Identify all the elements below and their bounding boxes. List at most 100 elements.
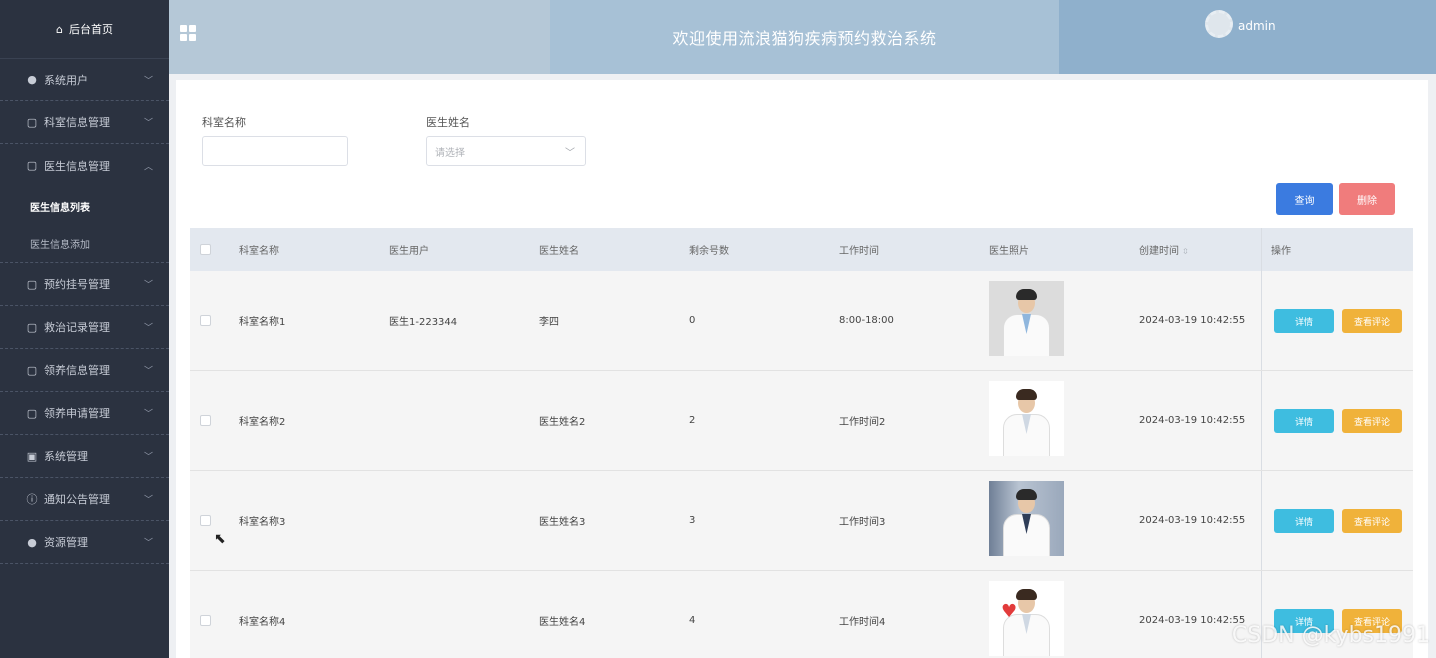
folder-icon: ▢: [26, 320, 38, 334]
column-divider: [1261, 471, 1262, 570]
detail-button[interactable]: 详情: [1274, 309, 1334, 333]
table-row: 科室名称2 医生姓名2 2 工作时间2 2024-03-19 10:42:55 …: [190, 371, 1413, 471]
chevron-up-icon: ︿: [143, 162, 153, 172]
cell-remaining: 3: [689, 515, 696, 526]
folder-icon: ▢: [26, 159, 38, 172]
sidebar-item-doctor[interactable]: ▢ 医生信息管理 ︿: [0, 144, 169, 187]
cell-name: 医生姓名4: [539, 617, 586, 628]
heart-icon: ♥: [1001, 601, 1018, 622]
sidebar-item-label: 资源管理: [44, 536, 88, 549]
sidebar-item-appointment[interactable]: ▢ 预约挂号管理 ﹀: [0, 263, 169, 306]
cell-name: 医生姓名3: [539, 517, 586, 528]
header-left: [169, 0, 550, 74]
cell-dept: 科室名称4: [239, 617, 286, 628]
table-row: 科室名称3 医生姓名3 3 工作时间3 2024-03-19 10:42:55 …: [190, 471, 1413, 571]
folder-icon: ▢: [26, 406, 38, 420]
sort-icon[interactable]: ⇳: [1182, 247, 1189, 256]
row-checkbox[interactable]: [200, 615, 211, 626]
sidebar-home-label: 后台首页: [68, 23, 113, 36]
username[interactable]: admin: [1238, 19, 1276, 33]
sidebar-item-label: 领养申请管理: [44, 407, 110, 420]
header-created[interactable]: 创建时间 ⇳: [1139, 242, 1189, 257]
sidebar-subitem-doctor-add[interactable]: 医生信息添加: [0, 225, 169, 263]
mouse-cursor-icon: ⬉: [214, 531, 226, 547]
chevron-down-icon: ﹀: [143, 280, 153, 291]
main-content: 科室名称 医生姓名 请选择 ﹀ 查询 删除 科室名称 医生用户 医生姓名 剩余号…: [176, 80, 1428, 658]
header-user: 医生用户: [389, 246, 429, 257]
folder-icon: ▢: [26, 115, 38, 129]
header-remaining: 剩余号数: [689, 246, 729, 257]
cell-user: 医生1-223344: [389, 317, 458, 328]
dept-filter-label: 科室名称: [202, 116, 246, 129]
sidebar-item-label: 预约挂号管理: [44, 278, 110, 291]
sidebar-item-users[interactable]: ● 系统用户 ﹀: [0, 58, 169, 101]
cell-dept: 科室名称1: [239, 317, 286, 328]
view-review-button[interactable]: 查看评论: [1342, 309, 1402, 333]
sidebar-item-adoption-info[interactable]: ▢ 领养信息管理 ﹀: [0, 349, 169, 392]
doctor-photo[interactable]: [989, 381, 1064, 456]
sidebar-item-notice[interactable]: ⓘ 通知公告管理 ﹀: [0, 478, 169, 521]
chevron-down-icon: ﹀: [143, 323, 153, 334]
cell-remaining: 4: [689, 615, 696, 626]
cell-created: 2024-03-19 10:42:55: [1139, 415, 1246, 426]
cell-created: 2024-03-19 10:42:55: [1139, 615, 1246, 626]
select-all-checkbox[interactable]: [200, 244, 211, 255]
sidebar-subitem-doctor-list[interactable]: 医生信息列表: [0, 187, 169, 225]
cell-name: 李四: [539, 317, 559, 328]
column-divider: [1261, 228, 1262, 271]
picture-icon: ▣: [26, 449, 38, 463]
row-checkbox[interactable]: [200, 415, 211, 426]
sidebar-subitem-label: 医生信息添加: [30, 240, 90, 251]
grid-menu-icon[interactable]: [180, 25, 196, 41]
header-photo: 医生照片: [989, 246, 1029, 257]
sidebar-item-resource[interactable]: ● 资源管理 ﹀: [0, 521, 169, 564]
view-review-button[interactable]: 查看评论: [1342, 509, 1402, 533]
doctor-name-select[interactable]: 请选择 ﹀: [426, 136, 586, 166]
sidebar-item-system[interactable]: ▣ 系统管理 ﹀: [0, 435, 169, 478]
location-icon: ●: [27, 535, 37, 549]
row-checkbox[interactable]: [200, 515, 211, 526]
cell-remaining: 2: [689, 415, 696, 426]
doctor-photo[interactable]: ♥: [989, 581, 1064, 656]
detail-button[interactable]: 详情: [1274, 509, 1334, 533]
sidebar-item-label: 领养信息管理: [44, 364, 110, 377]
sidebar-subitem-label: 医生信息列表: [30, 202, 90, 214]
cell-dept: 科室名称2: [239, 417, 286, 428]
sidebar-item-treatment[interactable]: ▢ 救治记录管理 ﹀: [0, 306, 169, 349]
doctor-table: 科室名称 医生用户 医生姓名 剩余号数 工作时间 医生照片 创建时间 ⇳ 操作 科…: [190, 228, 1413, 658]
row-checkbox[interactable]: [200, 315, 211, 326]
sidebar-item-label: 系统管理: [44, 450, 88, 463]
sidebar-item-dept[interactable]: ▢ 科室信息管理 ﹀: [0, 101, 169, 144]
chevron-down-icon: ﹀: [143, 366, 153, 377]
column-divider: [1261, 271, 1262, 370]
doctor-photo[interactable]: [989, 281, 1064, 356]
header-dept: 科室名称: [239, 246, 279, 257]
dept-name-input[interactable]: [202, 136, 348, 166]
sidebar: ⌂ 后台首页 ● 系统用户 ﹀ ▢ 科室信息管理 ﹀ ▢ 医生信息管理 ︿ 医生…: [0, 0, 169, 658]
avatar[interactable]: [1205, 10, 1233, 38]
view-review-button[interactable]: 查看评论: [1342, 409, 1402, 433]
cell-worktime: 工作时间3: [839, 517, 886, 528]
header-right: admin: [1059, 0, 1436, 74]
table-header: 科室名称 医生用户 医生姓名 剩余号数 工作时间 医生照片 创建时间 ⇳ 操作: [190, 228, 1413, 271]
table-row: 科室名称1 医生1-223344 李四 0 8:00-18:00 2024-03…: [190, 271, 1413, 371]
cell-created: 2024-03-19 10:42:55: [1139, 315, 1246, 326]
doctor-filter-label: 医生姓名: [426, 116, 470, 129]
query-button[interactable]: 查询: [1276, 183, 1333, 215]
info-icon: ⓘ: [26, 493, 38, 506]
sidebar-home[interactable]: ⌂ 后台首页: [0, 0, 169, 58]
table-row: 科室名称4 医生姓名4 4 工作时间4 ♥ 2024-03-19 10:42:5…: [190, 571, 1413, 658]
top-header: 欢迎使用流浪猫狗疾病预约救治系统 admin: [169, 0, 1436, 74]
sidebar-item-adoption-apply[interactable]: ▢ 领养申请管理 ﹀: [0, 392, 169, 435]
cell-created: 2024-03-19 10:42:55: [1139, 515, 1246, 526]
sidebar-item-label: 系统用户: [44, 73, 88, 87]
detail-button[interactable]: 详情: [1274, 409, 1334, 433]
cell-name: 医生姓名2: [539, 417, 586, 428]
cell-worktime: 8:00-18:00: [839, 315, 894, 326]
sidebar-item-label: 科室信息管理: [44, 116, 110, 129]
delete-button[interactable]: 删除: [1339, 183, 1395, 215]
cell-worktime: 工作时间4: [839, 617, 886, 628]
doctor-photo[interactable]: [989, 481, 1064, 556]
chevron-down-icon: ﹀: [143, 495, 153, 506]
folder-icon: ▢: [26, 277, 38, 291]
